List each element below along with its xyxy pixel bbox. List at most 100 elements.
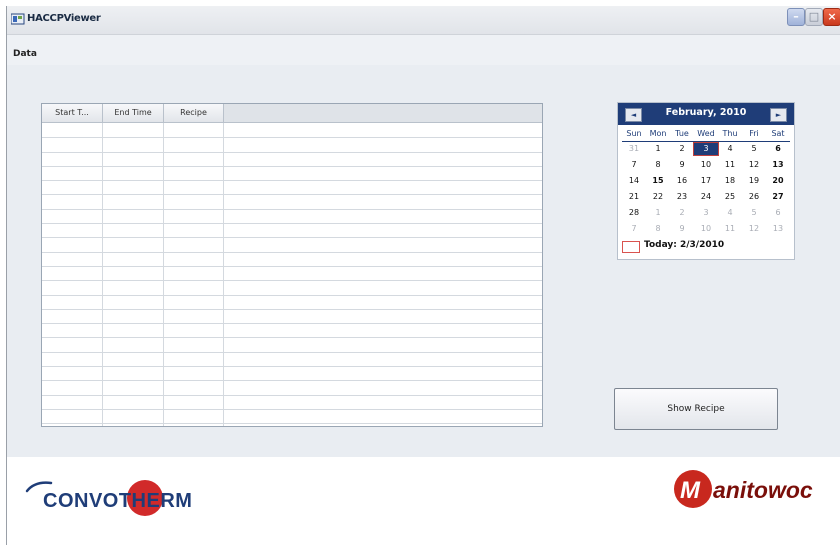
previous-month-button[interactable]: ◄ [625, 108, 642, 122]
weekday-label: Sat [771, 129, 785, 138]
records-grid[interactable]: Start T... End Time Recipe [41, 103, 543, 427]
manitowoc-logo: M anitowoc [674, 470, 813, 508]
calendar-day[interactable]: 11 [718, 223, 742, 235]
calendar-day[interactable]: 3 [693, 142, 719, 156]
calendar-day[interactable]: 11 [718, 159, 742, 171]
calendar-day[interactable]: 10 [694, 223, 718, 235]
calendar-day[interactable]: 13 [766, 223, 790, 235]
calendar-day[interactable]: 12 [742, 159, 766, 171]
table-row[interactable] [42, 166, 542, 182]
table-row[interactable] [42, 195, 542, 210]
calendar-day[interactable]: 4 [718, 143, 742, 155]
table-row[interactable] [42, 123, 542, 139]
calendar-day[interactable]: 1 [646, 207, 670, 219]
table-row[interactable] [42, 380, 542, 396]
weekday-label: Wed [697, 129, 715, 138]
menu-item-data[interactable]: Data [13, 49, 37, 59]
window-title: HACCPViewer [27, 13, 101, 24]
table-row[interactable] [42, 323, 542, 339]
calendar-day[interactable]: 1 [646, 143, 670, 155]
minimize-icon: – [793, 10, 799, 23]
weekday-label: Sun [626, 129, 642, 138]
calendar-day[interactable]: 20 [766, 175, 790, 187]
calendar-day[interactable]: 10 [694, 159, 718, 171]
svg-text:M: M [680, 477, 701, 504]
show-recipe-button[interactable]: Show Recipe [614, 388, 778, 430]
table-row[interactable] [42, 209, 542, 225]
calendar-day[interactable]: 4 [718, 207, 742, 219]
app-icon [11, 13, 25, 25]
table-row[interactable] [42, 223, 542, 239]
today-marker-icon [622, 241, 640, 253]
table-row[interactable] [42, 280, 542, 296]
show-recipe-label: Show Recipe [667, 404, 725, 414]
calendar-day[interactable]: 8 [646, 159, 670, 171]
calendar-day[interactable]: 8 [646, 223, 670, 235]
column-header-end-time[interactable]: End Time [103, 104, 164, 122]
calendar-day[interactable]: 25 [718, 191, 742, 203]
calendar-day[interactable]: 6 [766, 207, 790, 219]
main-content: Start T... End Time Recipe ◄ February, 2… [7, 65, 840, 457]
calendar-day[interactable]: 16 [670, 175, 694, 187]
table-row[interactable] [42, 309, 542, 325]
calendar-day[interactable]: 31 [622, 143, 646, 155]
table-row[interactable] [42, 395, 542, 410]
today-label[interactable]: Today: 2/3/2010 [644, 240, 724, 250]
table-row[interactable] [42, 338, 542, 353]
calendar-day[interactable]: 28 [622, 207, 646, 219]
calendar-day[interactable]: 19 [742, 175, 766, 187]
calendar-day[interactable]: 22 [646, 191, 670, 203]
calendar-day[interactable]: 7 [622, 159, 646, 171]
table-row[interactable] [42, 352, 542, 368]
close-button[interactable]: × [823, 8, 840, 26]
table-row[interactable] [42, 266, 542, 282]
maximize-button[interactable]: □ [805, 8, 823, 26]
calendar-day[interactable]: 21 [622, 191, 646, 203]
calendar-day[interactable]: 26 [742, 191, 766, 203]
calendar-day[interactable]: 6 [766, 143, 790, 155]
calendar-day[interactable]: 3 [694, 207, 718, 219]
svg-text:anitowoc: anitowoc [713, 477, 813, 503]
table-row[interactable] [42, 252, 542, 267]
table-row[interactable] [42, 152, 542, 167]
calendar-day[interactable]: 13 [766, 159, 790, 171]
weekday-label: Thu [722, 129, 738, 138]
weekday-label: Fri [749, 129, 759, 138]
column-header-start-time[interactable]: Start T... [42, 104, 103, 122]
calendar-day[interactable]: 9 [670, 159, 694, 171]
table-row[interactable] [42, 137, 542, 153]
table-row[interactable] [42, 409, 542, 425]
table-row[interactable] [42, 295, 542, 310]
next-month-button[interactable]: ► [770, 108, 787, 122]
calendar-day[interactable]: 7 [622, 223, 646, 235]
calendar-month-title: February, 2010 [665, 107, 747, 118]
calendar-day[interactable]: 5 [742, 143, 766, 155]
calendar-day[interactable]: 18 [718, 175, 742, 187]
month-calendar[interactable]: ◄ February, 2010 ► Sun Mon Tue Wed Thu Fri Sat… [617, 102, 795, 260]
calendar-day[interactable]: 14 [622, 175, 646, 187]
calendar-day[interactable]: 17 [694, 175, 718, 187]
svg-text:CONVOTHERM: CONVOTHERM [43, 490, 192, 512]
calendar-day[interactable]: 9 [670, 223, 694, 235]
column-header-recipe[interactable]: Recipe [164, 104, 224, 122]
calendar-day[interactable]: 15 [646, 175, 670, 187]
grid-header: Start T... End Time Recipe [42, 104, 542, 123]
weekday-label: Tue [675, 129, 689, 138]
calendar-day[interactable]: 27 [766, 191, 790, 203]
table-row[interactable] [42, 366, 542, 382]
calendar-day[interactable]: 2 [670, 143, 694, 155]
calendar-day[interactable]: 2 [670, 207, 694, 219]
header-filler [224, 104, 542, 122]
calendar-day[interactable]: 24 [694, 191, 718, 203]
logo-area: CONVOTHERM M anitowoc [7, 457, 840, 545]
calendar-day[interactable]: 23 [670, 191, 694, 203]
convotherm-logo: CONVOTHERM [25, 480, 192, 516]
minimize-button[interactable]: – [787, 8, 805, 26]
calendar-day[interactable]: 5 [742, 207, 766, 219]
menu-bar: Data [7, 35, 840, 65]
table-row[interactable] [42, 237, 542, 253]
close-icon: × [827, 10, 837, 23]
main-window: HACCPViewer – □ × Data Start T... End Ti… [6, 6, 840, 545]
table-row[interactable] [42, 180, 542, 196]
calendar-day[interactable]: 12 [742, 223, 766, 235]
